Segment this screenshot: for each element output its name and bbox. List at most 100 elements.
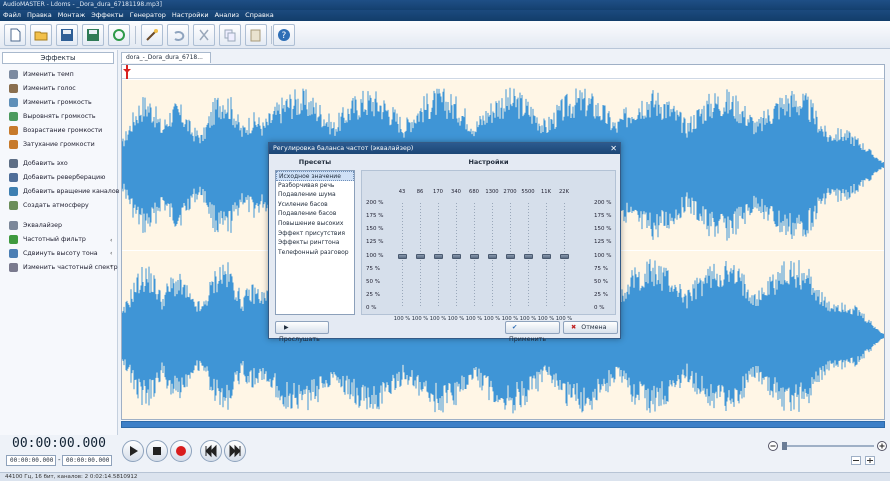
- band-slider-thumb[interactable]: [560, 253, 569, 259]
- scale-label-right: 175 %: [594, 213, 612, 220]
- effects-button[interactable]: [141, 24, 163, 46]
- fast-forward-button[interactable]: [224, 440, 246, 462]
- effect-item[interactable]: Добавить реверберацию: [9, 172, 105, 183]
- menu-settings[interactable]: Настройки: [169, 10, 212, 21]
- effect-icon: [9, 126, 18, 135]
- new-file-button[interactable]: [4, 24, 26, 46]
- rewind-button[interactable]: [200, 440, 222, 462]
- selection-end-field[interactable]: 00:00:00.000: [62, 455, 112, 466]
- effect-label: Изменить громкость: [23, 99, 92, 106]
- effect-item[interactable]: Изменить голос: [9, 83, 76, 94]
- band-value-label: 100 %: [447, 316, 465, 322]
- cut-button[interactable]: [193, 24, 215, 46]
- fit-height-button[interactable]: [865, 456, 875, 465]
- preset-item[interactable]: Подавление басов: [276, 209, 354, 219]
- preset-item[interactable]: Телефонный разговор: [276, 248, 354, 258]
- preset-item[interactable]: Эффекты рингтона: [276, 238, 354, 248]
- effect-label: Сдвинуть высоту тона: [23, 250, 98, 257]
- effect-item[interactable]: Сдвинуть высоту тона: [9, 248, 98, 259]
- expand-arrow-icon[interactable]: ‹: [110, 237, 112, 244]
- effect-icon: [9, 221, 18, 230]
- zoom-out-button[interactable]: [768, 441, 778, 453]
- help-button[interactable]: ?: [273, 24, 295, 46]
- presets-header: Пресеты: [298, 158, 332, 166]
- fit-width-button[interactable]: [851, 456, 861, 465]
- effect-label: Затухание громкости: [23, 141, 95, 148]
- save-as-icon: [87, 29, 99, 41]
- timeline-ruler[interactable]: [122, 65, 884, 79]
- band-slider-thumb[interactable]: [488, 253, 497, 259]
- stop-button[interactable]: [146, 440, 168, 462]
- effect-item[interactable]: Изменить темп: [9, 69, 74, 80]
- undo-button[interactable]: [167, 24, 189, 46]
- scale-label-left: 175 %: [366, 213, 384, 220]
- zoom-slider-thumb[interactable]: [782, 442, 787, 450]
- listen-button[interactable]: ▶ Прослушать: [275, 321, 329, 343]
- document-tab[interactable]: dora_-_Dora_dura_6718...: [121, 52, 211, 63]
- preset-item[interactable]: Эффект присутствия: [276, 229, 354, 239]
- effect-item[interactable]: Эквалайзер: [9, 220, 62, 231]
- play-button[interactable]: [122, 440, 144, 462]
- zoom-slider[interactable]: [782, 442, 874, 450]
- menu-help[interactable]: Справка: [242, 10, 277, 21]
- effect-item[interactable]: Создать атмосферу: [9, 200, 89, 211]
- cancel-button[interactable]: ✖ Отмена: [563, 321, 618, 334]
- effects-panel-tab[interactable]: Эффекты: [2, 52, 114, 64]
- apply-button-label: Применить: [509, 336, 547, 343]
- band-slider-thumb[interactable]: [506, 253, 515, 259]
- effect-label: Изменить частотный спектр: [23, 264, 118, 271]
- effect-item[interactable]: Изменить громкость: [9, 97, 92, 108]
- band-slider-thumb[interactable]: [470, 253, 479, 259]
- effect-item[interactable]: Возрастание громкости: [9, 125, 102, 136]
- scale-label-right: 100 %: [594, 252, 612, 259]
- band-slider-thumb[interactable]: [434, 253, 443, 259]
- band-slider-thumb[interactable]: [452, 253, 461, 259]
- band-slider-thumb[interactable]: [542, 253, 551, 259]
- menu-analysis[interactable]: Анализ: [212, 10, 243, 21]
- zoom-in-button[interactable]: [877, 441, 887, 453]
- expand-arrow-icon[interactable]: ‹: [110, 263, 112, 270]
- expand-arrow-icon[interactable]: ‹: [110, 250, 112, 257]
- apply-button[interactable]: ✔ Применить: [505, 321, 560, 343]
- help-icon: ?: [278, 29, 290, 41]
- dialog-close-icon[interactable]: ✕: [610, 143, 617, 154]
- menu-generator[interactable]: Генератор: [127, 10, 169, 21]
- paste-button[interactable]: [245, 24, 267, 46]
- effect-label: Добавить вращение каналов: [23, 188, 120, 195]
- open-file-button[interactable]: [30, 24, 52, 46]
- current-time: 00:00:00.000: [12, 436, 106, 451]
- preset-item[interactable]: Подавление шума: [276, 190, 354, 200]
- record-button[interactable]: [170, 440, 192, 462]
- svg-text:?: ?: [282, 31, 287, 41]
- effect-item[interactable]: Выровнять громкость: [9, 111, 96, 122]
- menu-effects[interactable]: Эффекты: [88, 10, 127, 21]
- menu-montage[interactable]: Монтаж: [55, 10, 88, 21]
- presets-list[interactable]: Исходное значение Разборчивая речь Подавле…: [275, 170, 355, 315]
- effect-icon: [9, 201, 18, 210]
- copy-button[interactable]: [219, 24, 241, 46]
- band-value-label: 100 %: [393, 316, 411, 322]
- preset-item[interactable]: Повышение высоких: [276, 219, 354, 229]
- effects-panel: Эффекты Изменить темп Изменить голос Измен…: [0, 50, 119, 435]
- selection-start-field[interactable]: 00:00:00.000: [6, 455, 56, 466]
- effect-item[interactable]: Изменить частотный спектр: [9, 262, 118, 273]
- effect-item[interactable]: Затухание громкости: [9, 139, 95, 150]
- effect-item[interactable]: Добавить эхо: [9, 158, 68, 169]
- zoom-in-icon: [877, 441, 887, 451]
- effect-item[interactable]: Частотный фильтр: [9, 234, 86, 245]
- band-slider-thumb[interactable]: [398, 253, 407, 259]
- band-slider-thumb[interactable]: [524, 253, 533, 259]
- save-button[interactable]: [56, 24, 78, 46]
- save-as-button[interactable]: [82, 24, 104, 46]
- preset-item[interactable]: Усиление басов: [276, 200, 354, 210]
- playhead-marker-icon[interactable]: [122, 65, 134, 79]
- preset-item[interactable]: Исходное значение: [276, 171, 354, 181]
- preset-item[interactable]: Разборчивая речь: [276, 181, 354, 191]
- stop-icon: [153, 447, 161, 455]
- menu-edit[interactable]: Правка: [24, 10, 55, 21]
- refresh-button[interactable]: [108, 24, 130, 46]
- menu-file[interactable]: Файл: [0, 10, 24, 21]
- horizontal-scrollbar[interactable]: [121, 421, 885, 428]
- band-slider-thumb[interactable]: [416, 253, 425, 259]
- effect-item[interactable]: Добавить вращение каналов: [9, 186, 119, 197]
